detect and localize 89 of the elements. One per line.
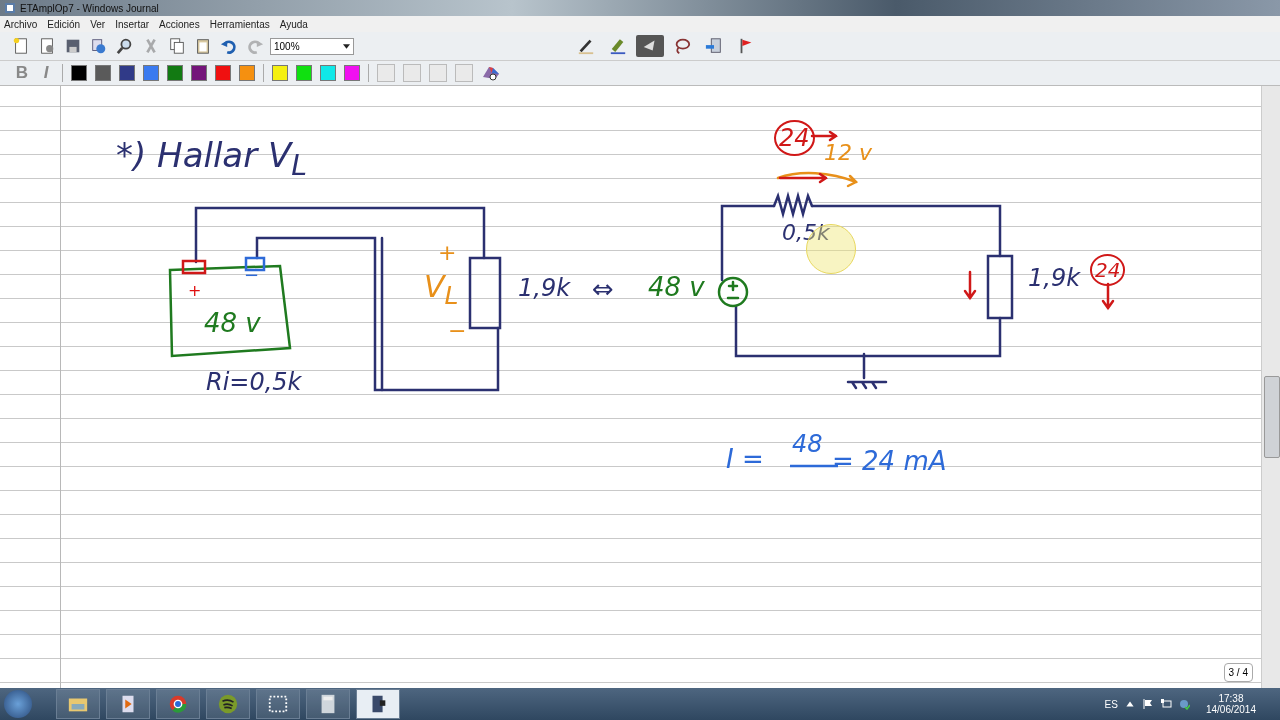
- handwritten-note: ⇔: [592, 276, 614, 302]
- app-icon: [4, 2, 16, 14]
- lasso-icon: [673, 37, 691, 55]
- ground-symbol-drawing: [846, 352, 888, 390]
- handwritten-note: Ri=0,5k: [206, 370, 302, 394]
- pen-color-swatch[interactable]: [320, 65, 336, 81]
- undo-icon: [220, 37, 238, 55]
- pen-color-swatch[interactable]: [71, 65, 87, 81]
- language-indicator[interactable]: ES: [1104, 698, 1118, 710]
- empty-swatch[interactable]: [377, 64, 395, 82]
- arrow: [1101, 282, 1115, 311]
- menu-item[interactable]: Archivo: [4, 18, 38, 30]
- send-icon: [90, 37, 108, 55]
- pen-color-swatch[interactable]: [143, 65, 159, 81]
- resistor-drawing: [772, 191, 814, 219]
- paste-icon: [194, 37, 212, 55]
- new-icon: [12, 37, 30, 55]
- copy-icon: [168, 37, 186, 55]
- handwritten-note: 0,5k: [782, 222, 830, 244]
- zoom-dropdown[interactable]: 100%: [270, 37, 354, 55]
- browser-taskbar-button[interactable]: [156, 689, 200, 719]
- circled-number: 24: [1090, 254, 1126, 286]
- palette-icon[interactable]: [481, 65, 501, 81]
- voltage-source-drawing: [717, 276, 749, 308]
- snip-taskbar-button[interactable]: [256, 689, 300, 719]
- pen-color-swatch[interactable]: [296, 65, 312, 81]
- handwritten-note: 48: [792, 432, 823, 456]
- page-indicator: 3 / 4: [1223, 663, 1253, 682]
- clock[interactable]: 17:38 14/06/2014: [1205, 693, 1256, 715]
- handwritten-note: 1,9k: [518, 276, 571, 300]
- arrow: [963, 270, 977, 301]
- caret-icon: [343, 43, 350, 49]
- menu-item[interactable]: Edición: [47, 18, 81, 30]
- journal-taskbar-button[interactable]: [356, 689, 400, 719]
- circled-number: 24: [774, 120, 815, 156]
- network-icon[interactable]: [1177, 698, 1190, 710]
- empty-swatch[interactable]: [429, 64, 447, 82]
- open-icon: [38, 37, 56, 55]
- handwritten-note: V$_{L}$: [424, 272, 459, 308]
- start-button[interactable]: [4, 690, 32, 718]
- handwritten-note: I =: [726, 446, 764, 472]
- menu-item[interactable]: Acciones: [159, 18, 200, 30]
- handwritten-note: 12 v: [824, 142, 872, 164]
- handwritten-note: *) Hallar V$_{L}$: [116, 138, 308, 181]
- resistor-drawing: [986, 254, 1014, 320]
- calculator-taskbar-button[interactable]: [306, 689, 350, 719]
- menu-item[interactable]: Ayuda: [279, 18, 308, 30]
- handwritten-note: −: [448, 320, 467, 342]
- arrow: [810, 130, 839, 142]
- monitor-icon[interactable]: [1159, 698, 1172, 710]
- insert-icon: [705, 37, 723, 55]
- handwritten-note: +: [188, 283, 202, 299]
- menu-item[interactable]: Herramientas: [209, 18, 270, 30]
- snip-icon: [267, 693, 289, 715]
- pen-color-swatch[interactable]: [191, 65, 207, 81]
- handwritten-note: 48 v: [204, 310, 261, 336]
- menu-item[interactable]: Insertar: [115, 18, 150, 30]
- fraction-line: [790, 464, 838, 468]
- handwritten-note: 1,9k: [1028, 266, 1081, 290]
- handwritten-note: −: [244, 266, 260, 284]
- pen-color-swatch[interactable]: [119, 65, 135, 81]
- folder-taskbar-button[interactable]: [56, 689, 100, 719]
- music-icon: [217, 693, 239, 715]
- pen-color-swatch[interactable]: [272, 65, 288, 81]
- music-taskbar-button[interactable]: [206, 689, 250, 719]
- menu-item[interactable]: Ver: [90, 18, 106, 30]
- handwritten-note: = 24 mA: [832, 448, 947, 474]
- pen-color-swatch[interactable]: [344, 65, 360, 81]
- pen-color-swatch[interactable]: [95, 65, 111, 81]
- find-icon: [116, 37, 134, 55]
- pen-color-swatch[interactable]: [215, 65, 231, 81]
- redo-icon: [246, 37, 264, 55]
- scrollbar[interactable]: [1261, 86, 1280, 688]
- empty-swatch[interactable]: [455, 64, 473, 82]
- zoom-value: 100%: [274, 40, 300, 52]
- window-title: ETAmplOp7 - Windows Journal: [20, 2, 159, 14]
- pen-color-swatch[interactable]: [239, 65, 255, 81]
- highlighter-icon: [609, 37, 627, 55]
- pen-icon: [577, 37, 595, 55]
- save-icon: [64, 37, 82, 55]
- flag-icon[interactable]: [1141, 698, 1154, 710]
- browser-icon: [167, 693, 189, 715]
- eraser-tool[interactable]: [636, 35, 664, 57]
- media-taskbar-button[interactable]: [106, 689, 150, 719]
- handwritten-note: +: [438, 242, 457, 264]
- empty-swatch[interactable]: [403, 64, 421, 82]
- arrow: [778, 172, 829, 184]
- handwritten-note: 48 v: [648, 274, 705, 300]
- pen-color-swatch[interactable]: [167, 65, 183, 81]
